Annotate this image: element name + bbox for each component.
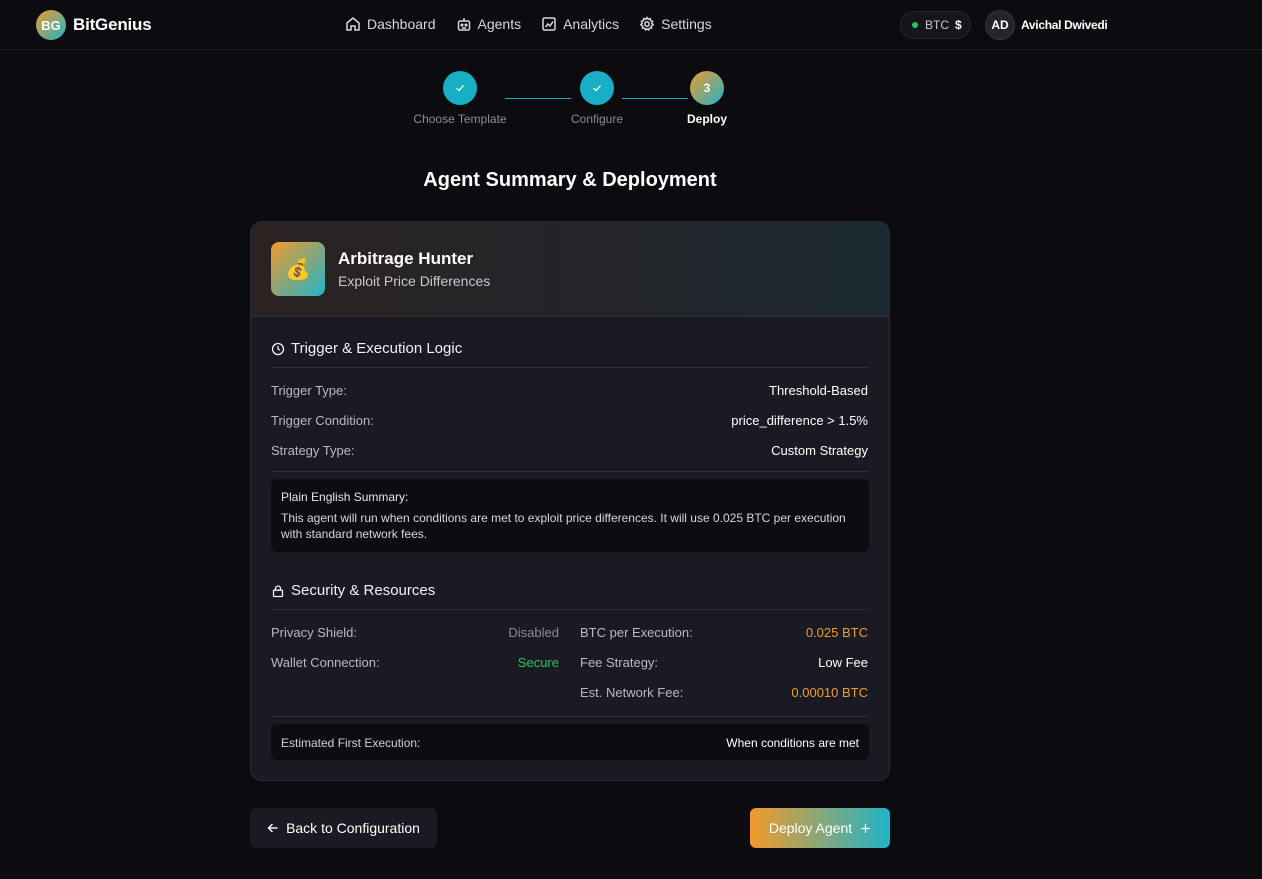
home-icon — [346, 17, 360, 31]
privacy-shield-value: Disabled — [508, 625, 559, 640]
divider — [271, 471, 869, 472]
top-navbar: BG BitGenius Dashboard Agents Analytics … — [0, 0, 1262, 50]
lock-icon — [272, 584, 284, 597]
plain-english-summary: Plain English Summary: This agent will r… — [271, 479, 869, 552]
nav-item-label: Analytics — [563, 16, 620, 32]
arrow-left-icon — [267, 823, 278, 833]
divider — [271, 609, 869, 610]
trigger-type-value: Threshold-Based — [769, 383, 868, 398]
trigger-condition-value: price_difference > 1.5% — [731, 413, 868, 428]
brand-name: BitGenius — [73, 15, 152, 34]
btc-price-pill: BTC $ — [900, 11, 971, 39]
deploy-agent-button[interactable]: Deploy Agent — [750, 808, 890, 848]
strategy-type-label: Strategy Type: — [271, 443, 355, 458]
est-first-execution-value: When conditions are met — [726, 736, 859, 750]
privacy-shield-label: Privacy Shield: — [271, 625, 357, 640]
btc-per-execution-value: 0.025 BTC — [805, 625, 868, 640]
agent-card-header: 💰 Arbitrage Hunter Exploit Price Differe… — [251, 222, 889, 317]
nav-links: Dashboard Agents Analytics Settings — [345, 14, 732, 34]
btc-label: BTC — [925, 18, 949, 32]
plus-icon — [861, 823, 871, 833]
nav-item-settings[interactable]: Settings — [639, 14, 712, 34]
estimated-first-execution: Estimated First Execution: When conditio… — [271, 724, 869, 760]
wallet-connection-value: Secure — [517, 655, 559, 670]
step-connector — [622, 98, 688, 99]
user-menu[interactable]: AD Avichal Dwivedi — [985, 10, 1108, 40]
step-label-configure: Configure — [570, 112, 624, 126]
agent-name: Arbitrage Hunter — [338, 249, 474, 268]
est-network-fee-label: Est. Network Fee: — [580, 685, 684, 700]
brand-logo: BG — [36, 10, 66, 40]
security-section-title: Security & Resources — [271, 582, 435, 599]
section-title-text: Security & Resources — [291, 582, 436, 599]
nav-item-label: Agents — [477, 16, 522, 32]
nav-item-agents[interactable]: Agents — [456, 14, 522, 34]
clock-icon — [271, 342, 285, 355]
divider — [271, 367, 869, 368]
brand[interactable]: BG BitGenius — [36, 10, 152, 40]
step-1-indicator — [443, 71, 477, 105]
trigger-type-label: Trigger Type: — [271, 383, 347, 398]
page-title: Agent Summary & Deployment — [423, 169, 717, 191]
money-bag-icon: 💰 — [271, 242, 325, 296]
step-2-indicator — [580, 71, 614, 105]
fee-strategy-value: Low Fee — [818, 655, 868, 670]
summary-label: Plain English Summary: — [281, 490, 409, 504]
btc-price: $ — [955, 18, 962, 32]
fee-strategy-label: Fee Strategy: — [580, 655, 659, 670]
gear-icon — [639, 16, 655, 32]
back-button-label: Back to Configuration — [286, 820, 420, 836]
nav-item-label: Dashboard — [367, 16, 436, 32]
nav-item-dashboard[interactable]: Dashboard — [345, 14, 436, 34]
nav-item-label: Settings — [661, 16, 712, 32]
trigger-section-title: Trigger & Execution Logic — [271, 340, 462, 357]
step-label-choose-template: Choose Template — [413, 112, 507, 126]
step-connector — [505, 98, 571, 99]
wallet-connection-label: Wallet Connection: — [271, 655, 380, 670]
check-icon — [456, 85, 464, 92]
robot-icon — [457, 18, 470, 31]
trigger-condition-label: Trigger Condition: — [271, 413, 374, 428]
strategy-type-value: Custom Strategy — [771, 443, 868, 458]
status-dot — [912, 22, 918, 28]
divider — [271, 716, 869, 717]
step-label-deploy: Deploy — [686, 112, 727, 126]
agent-summary-card: 💰 Arbitrage Hunter Exploit Price Differe… — [250, 221, 890, 781]
summary-text: This agent will run when conditions are … — [281, 511, 846, 541]
agent-subtitle: Exploit Price Differences — [338, 273, 491, 289]
back-to-configuration-button[interactable]: Back to Configuration — [250, 808, 437, 848]
nav-item-analytics[interactable]: Analytics — [541, 14, 619, 34]
est-network-fee-value: 0.00010 BTC — [791, 685, 868, 700]
avatar: AD — [985, 10, 1015, 40]
check-icon — [593, 85, 601, 92]
deploy-button-label: Deploy Agent — [768, 820, 853, 836]
user-name: Avichal Dwivedi — [1021, 18, 1108, 32]
section-title-text: Trigger & Execution Logic — [291, 340, 463, 357]
est-first-execution-label: Estimated First Execution: — [281, 736, 421, 750]
chart-icon — [542, 17, 556, 31]
step-3-indicator: 3 — [690, 71, 724, 105]
btc-per-execution-label: BTC per Execution: — [580, 625, 693, 640]
